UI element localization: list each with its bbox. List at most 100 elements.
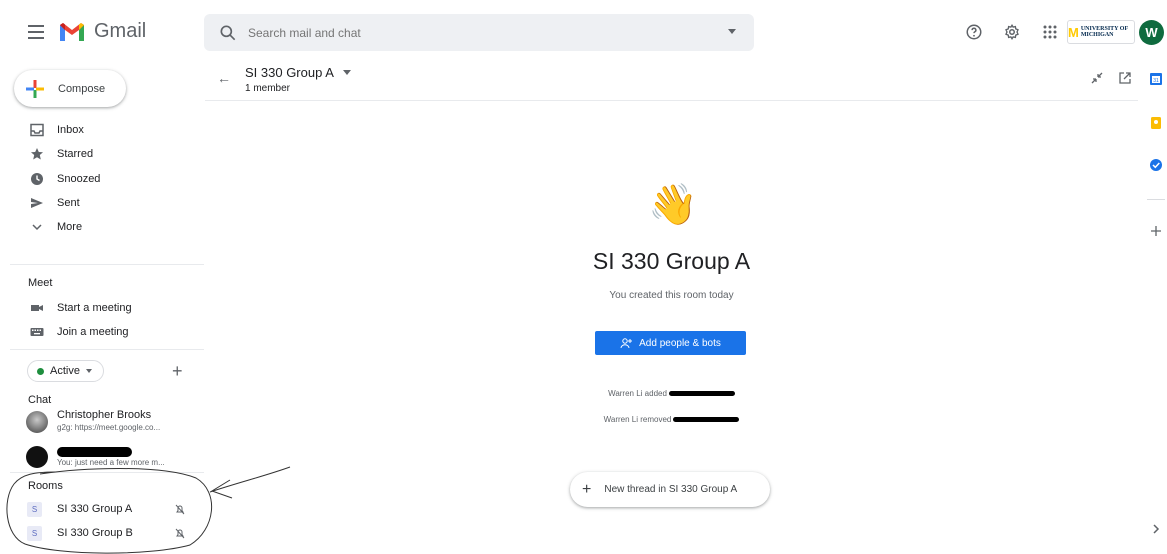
add-people-label: Add people & bots (639, 337, 721, 349)
sidebar-item-sent[interactable]: Sent (0, 191, 205, 215)
sidebar-item-label: Sent (57, 197, 80, 209)
org-logo[interactable]: M UNIVERSITY OF MICHIGAN (1067, 20, 1135, 44)
room-title-dropdown[interactable]: SI 330 Group A (245, 65, 351, 80)
chat-heading: Chat (28, 394, 52, 406)
log-text: Warren Li added (608, 389, 667, 398)
redacted-name (668, 391, 735, 397)
apps-grid-icon[interactable] (1038, 20, 1062, 44)
notifications-off-icon[interactable] (175, 527, 185, 539)
rooms-heading: Rooms (28, 480, 63, 492)
main-menu-icon[interactable] (24, 20, 48, 44)
chevron-down-icon (342, 70, 351, 75)
chevron-down-icon (32, 224, 42, 231)
room-created-text: You created this room today (609, 290, 734, 301)
back-arrow-icon[interactable]: ← (217, 70, 231, 86)
room-panel: ← SI 330 Group A 1 member 👋 SI 330 Group… (205, 64, 1138, 554)
app-name: Gmail (94, 20, 147, 42)
contact-preview: g2g: https://meet.google.co... (57, 423, 161, 432)
sidebar-divider (10, 349, 204, 350)
sidebar-item-inbox[interactable]: Inbox (0, 118, 205, 142)
contact-avatar (26, 446, 48, 468)
room-name: SI 330 Group B (57, 527, 133, 539)
room-header: ← SI 330 Group A 1 member (205, 64, 1138, 101)
sidebar-item-label: Join a meeting (57, 326, 129, 338)
addons-sidebar: 31 (1138, 64, 1167, 554)
sidebar-item-snoozed[interactable]: Snoozed (0, 167, 205, 191)
plus-icon: + (582, 480, 592, 498)
sidebar-item-label: Start a meeting (57, 302, 132, 314)
sidebar-item-start-meeting[interactable]: Start a meeting (0, 296, 205, 320)
top-bar: Gmail MUNIVERSITY OF MICHIGAN (0, 0, 1167, 64)
contact-name: Christopher Brooks (57, 409, 152, 421)
top-icons (962, 20, 1062, 44)
start-chat-plus-icon[interactable]: + (172, 361, 183, 382)
room-avatar: S (27, 526, 42, 541)
tasks-icon[interactable] (1149, 158, 1163, 172)
sidebar-item-label: Inbox (57, 124, 84, 136)
sidebar-item-more[interactable]: More (0, 215, 205, 239)
search-icon[interactable] (218, 23, 238, 43)
org-logo-text: UNIVERSITY OF MICHIGAN (1080, 26, 1128, 38)
new-thread-label: New thread in SI 330 Group A (604, 484, 738, 495)
chevron-down-icon (85, 369, 92, 373)
status-dropdown[interactable]: Active (27, 360, 104, 382)
sidebar-divider (10, 264, 204, 265)
help-icon[interactable] (962, 20, 986, 44)
room-name: SI 330 Group A (57, 503, 133, 515)
waving-hand-icon: 👋 (648, 183, 698, 227)
room-avatar: S (27, 502, 42, 517)
log-text: Warren Li removed (603, 415, 672, 424)
send-icon (31, 198, 43, 208)
redacted-name (673, 417, 740, 423)
video-icon (31, 305, 43, 311)
keyboard-icon (30, 328, 44, 336)
search-options-icon[interactable] (728, 29, 736, 34)
keep-icon[interactable] (1149, 116, 1163, 130)
sidebar-item-label: More (57, 221, 83, 233)
get-addons-plus-icon[interactable] (1149, 224, 1163, 238)
sidebar-item-join-meeting[interactable]: Join a meeting (0, 320, 205, 344)
calendar-icon[interactable]: 31 (1149, 72, 1163, 86)
search-bar[interactable] (204, 14, 754, 51)
status-label: Active (50, 365, 80, 377)
open-in-new-window-icon[interactable] (1118, 71, 1132, 85)
room-header-icons (1090, 71, 1132, 85)
left-sidebar: Compose Inbox Starred Snoozed Sent More … (0, 64, 205, 554)
inbox-icon (30, 123, 44, 137)
room-log-entry: Warren Li added (205, 389, 1138, 398)
member-count[interactable]: 1 member (245, 83, 290, 94)
account-avatar[interactable]: W (1139, 20, 1164, 45)
add-people-bots-button[interactable]: Add people & bots (595, 331, 746, 355)
room-log-entry: Warren Li removed (205, 415, 1138, 424)
room-welcome-title: SI 330 Group A (592, 248, 751, 274)
new-thread-button[interactable]: + New thread in SI 330 Group A (570, 472, 770, 507)
search-input[interactable] (248, 25, 708, 40)
chat-contact-row[interactable]: You: just need a few more m... (0, 442, 205, 472)
notifications-off-icon[interactable] (175, 503, 185, 515)
contact-avatar (26, 411, 48, 433)
star-icon (31, 148, 43, 160)
settings-icon[interactable] (1000, 20, 1024, 44)
room-item-group-b[interactable]: S SI 330 Group B (0, 522, 205, 544)
minimize-icon[interactable] (1090, 71, 1104, 85)
sidebar-item-starred[interactable]: Starred (0, 142, 205, 166)
clock-icon (31, 173, 43, 185)
gmail-logo[interactable]: Gmail (58, 20, 146, 43)
room-item-group-a[interactable]: S SI 330 Group A (0, 498, 205, 520)
svg-text:31: 31 (1153, 78, 1159, 84)
meet-heading: Meet (28, 277, 53, 289)
chevron-right-icon[interactable] (1149, 522, 1163, 536)
compose-button[interactable]: Compose (14, 70, 126, 107)
contact-preview: You: just need a few more m... (57, 458, 165, 467)
active-status-dot (37, 367, 44, 375)
chat-contact-row[interactable]: Christopher Brooks g2g: https://meet.goo… (0, 407, 205, 437)
sidebar-item-label: Snoozed (57, 173, 101, 185)
addons-divider (1147, 199, 1165, 200)
compose-plus-icon (26, 79, 44, 98)
gmail-m-icon (60, 22, 84, 41)
room-title: SI 330 Group A (245, 65, 334, 80)
compose-label: Compose (58, 82, 106, 95)
sidebar-item-label: Starred (57, 148, 94, 160)
redacted-name (57, 447, 132, 457)
person-add-icon (620, 338, 633, 349)
